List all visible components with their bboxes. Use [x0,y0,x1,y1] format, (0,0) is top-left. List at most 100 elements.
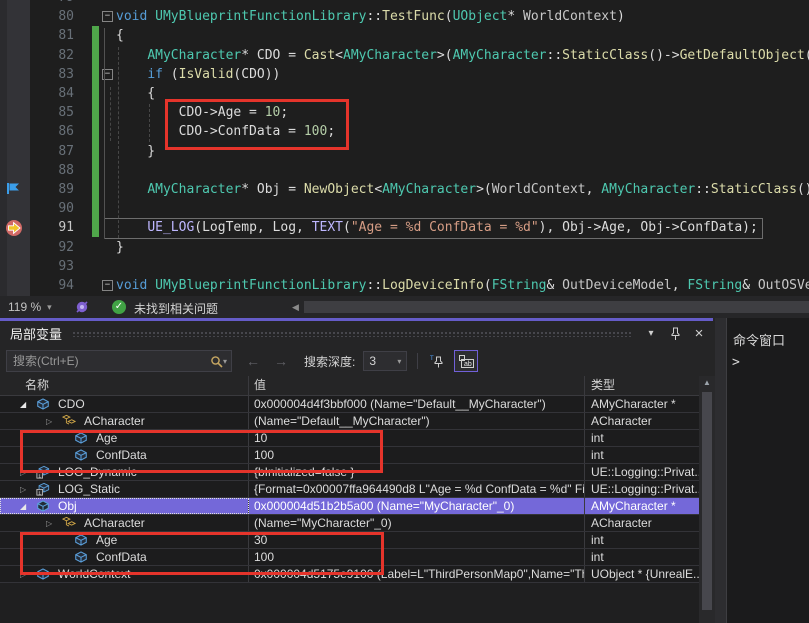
name-cell[interactable]: ◢Obj [0,498,249,514]
fold-marker-icon[interactable]: − [102,69,113,80]
value-cell[interactable]: 100 [249,447,585,463]
collapse-icon[interactable]: ◢ [20,499,26,514]
locals-row-WorldContext[interactable]: ▷WorldContext0x000004d5175e9100 (Label=L… [0,566,699,583]
code-line-94[interactable]: 94−void UMyBlueprintFunctionLibrary::Log… [0,276,809,295]
value-cell[interactable]: 0x000004d5175e9100 (Label=L"ThirdPersonM… [249,566,585,582]
scroll-up-arrow[interactable]: ▲ [699,378,715,387]
chevron-down-icon[interactable]: ▾ [223,357,227,366]
command-window-panel[interactable]: 命令窗口 > [726,318,809,623]
window-menu-chevron-icon[interactable]: ▾ [641,325,661,343]
locals-row-Age[interactable]: Age30int [0,532,699,549]
code-line-91[interactable]: 91 UE_LOG(LogTemp, Log, TEXT("Age = %d C… [0,218,809,237]
locals-row-CDO[interactable]: ◢CDO0x000004d4f3bbf000 (Name="Default__M… [0,396,699,413]
code-line-87[interactable]: 87 } [0,142,809,161]
locals-row-LOG_Static[interactable]: ▷1LOG_Static{Format=0x00007ffa964490d8 L… [0,481,699,498]
hscroll-thumb[interactable] [304,301,809,313]
next-arrow-icon[interactable]: → [274,353,288,369]
code-line-88[interactable]: 88 [0,161,809,180]
code-line-93[interactable]: 93 [0,257,809,276]
column-header-name[interactable]: 名称 [0,376,249,396]
close-icon[interactable]: × [689,325,709,343]
expand-icon[interactable]: ▷ [20,567,26,582]
fold-margin[interactable]: − [102,280,116,291]
code-line-83[interactable]: 83− if (IsValid(CDO)) [0,65,809,84]
code-line-80[interactable]: 80−void UMyBlueprintFunctionLibrary::Tes… [0,7,809,26]
name-cell[interactable]: Age [0,532,249,548]
code-line-92[interactable]: 92} [0,237,809,256]
prev-arrow-icon[interactable]: ← [246,353,260,369]
glyph-margin-cell[interactable] [0,237,30,256]
search-input[interactable] [7,354,210,368]
pin-icon[interactable] [665,325,685,343]
code-line-84[interactable]: 84 { [0,84,809,103]
code-line-89[interactable]: 89 AMyCharacter* Obj = NewObject<AMyChar… [0,180,809,199]
document-health-icon[interactable] [74,299,90,315]
value-cell[interactable]: {Format=0x00007ffa964490d8 L"Age = %d Co… [249,481,585,497]
locals-row-Obj[interactable]: ◢Obj0x000004d51b2b5a00 (Name="MyCharacte… [0,498,699,515]
glyph-margin-cell[interactable] [0,84,30,103]
value-cell[interactable]: (Name="Default__MyCharacter") [249,413,585,429]
code-line-85[interactable]: 85 CDO->Age = 10; [0,103,809,122]
value-cell[interactable]: 10 [249,430,585,446]
code-editor[interactable]: 7980−void UMyBlueprintFunctionLibrary::T… [0,0,809,296]
glyph-margin-cell[interactable] [0,161,30,180]
glyph-margin-cell[interactable] [0,0,30,7]
name-cell[interactable]: ▷ACharacter [0,413,249,429]
expand-icon[interactable]: ▷ [20,465,26,480]
locals-row-LOG_Dynamic[interactable]: ▷1LOG_Dynamic{bInitialized=false }UE::Lo… [0,464,699,481]
glyph-margin-cell[interactable] [0,180,30,199]
name-cell[interactable]: ConfData [0,549,249,565]
glyph-margin-cell[interactable] [0,46,30,65]
glyph-margin-cell[interactable] [0,199,30,218]
locals-scrollbar[interactable]: ▲ [699,376,715,623]
show-raw-text-toggle[interactable]: ab [454,350,478,372]
value-cell[interactable]: 0x000004d4f3bbf000 (Name="Default__MyCha… [249,396,585,412]
fold-marker-icon[interactable]: − [102,280,113,291]
glyph-margin-cell[interactable] [0,257,30,276]
name-cell[interactable]: Age [0,430,249,446]
glyph-margin-cell[interactable] [0,122,30,141]
code-line-82[interactable]: 82 AMyCharacter* CDO = Cast<AMyCharacter… [0,46,809,65]
pin-tooltip-button[interactable]: T [424,350,448,372]
name-cell[interactable]: ▷1LOG_Static [0,481,249,497]
glyph-margin-cell[interactable] [0,26,30,45]
fold-margin[interactable]: − [102,69,116,80]
expand-icon[interactable]: ▷ [20,482,26,497]
column-header-value[interactable]: 值 [249,376,585,396]
locals-row-ConfData[interactable]: ConfData100int [0,447,699,464]
column-header-type[interactable]: 类型 [585,376,699,396]
value-cell[interactable]: 100 [249,549,585,565]
command-prompt[interactable]: > [732,355,809,370]
name-cell[interactable]: ▷ACharacter [0,515,249,531]
glyph-margin-cell[interactable] [0,276,30,295]
glyph-margin-cell[interactable] [0,103,30,122]
name-cell[interactable]: ▷WorldContext [0,566,249,582]
expand-icon[interactable]: ▷ [46,414,52,429]
fold-margin[interactable]: − [102,11,116,22]
glyph-margin-cell[interactable] [0,65,30,84]
code-line-81[interactable]: 81{ [0,26,809,45]
value-cell[interactable]: {bInitialized=false } [249,464,585,480]
search-depth-select[interactable]: 3 ▾ [363,351,407,371]
hscroll-left-arrow[interactable]: ◀ [292,302,299,313]
locals-row-Age[interactable]: Age10int [0,430,699,447]
value-cell[interactable]: (Name="MyCharacter"_0) [249,515,585,531]
locals-titlebar[interactable]: 局部变量 ▾ × [0,321,713,346]
locals-row-ConfData[interactable]: ConfData100int [0,549,699,566]
name-cell[interactable]: ConfData [0,447,249,463]
value-cell[interactable]: 0x000004d51b2b5a00 (Name="MyCharacter"_0… [249,498,585,514]
glyph-margin-cell[interactable] [0,142,30,161]
locals-row-ACharacter[interactable]: ▷ACharacter(Name="Default__MyCharacter")… [0,413,699,430]
scrollbar-thumb[interactable] [702,392,712,610]
name-cell[interactable]: ◢CDO [0,396,249,412]
collapse-icon[interactable]: ◢ [20,397,26,412]
value-cell[interactable]: 30 [249,532,585,548]
fold-marker-icon[interactable]: − [102,11,113,22]
glyph-margin-cell[interactable] [0,7,30,26]
code-line-79[interactable]: 79 [0,0,809,7]
name-cell[interactable]: ▷1LOG_Dynamic [0,464,249,480]
locals-row-ACharacter[interactable]: ▷ACharacter(Name="MyCharacter"_0)ACharac… [0,515,699,532]
glyph-margin-cell[interactable] [0,218,30,237]
expand-icon[interactable]: ▷ [46,516,52,531]
code-line-86[interactable]: 86 CDO->ConfData = 100; [0,122,809,141]
